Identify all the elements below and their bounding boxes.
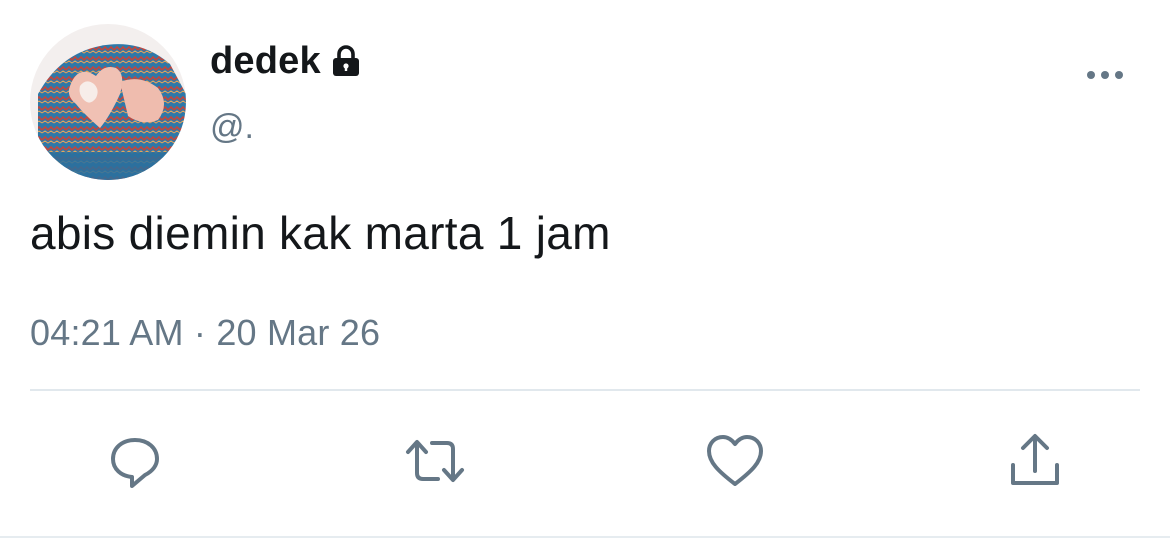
meta-separator: · (193, 312, 207, 353)
avatar-image (30, 24, 186, 180)
tweet-time: 04:21 AM (30, 312, 184, 353)
reply-button[interactable] (100, 428, 170, 498)
user-handle[interactable]: @. (210, 108, 254, 147)
bottom-divider (0, 536, 1170, 538)
share-button[interactable] (1000, 428, 1070, 498)
action-bar (0, 428, 1170, 498)
divider (30, 389, 1140, 391)
heart-icon (704, 431, 766, 496)
tweet-timestamp[interactable]: 04:21 AM · 20 Mar 26 (30, 312, 380, 354)
like-button[interactable] (700, 428, 770, 498)
tweet-card: dedek @. abis diemin kak marta 1 jam 04:… (0, 0, 1170, 555)
avatar[interactable] (30, 24, 186, 180)
retweet-icon (402, 431, 468, 496)
more-horizontal-icon[interactable] (1080, 60, 1130, 90)
share-icon (1005, 431, 1065, 496)
tweet-text: abis diemin kak marta 1 jam (30, 207, 611, 259)
reply-icon (105, 431, 165, 496)
retweet-button[interactable] (400, 428, 470, 498)
lock-icon (329, 44, 363, 78)
tweet-date: 20 Mar 26 (216, 312, 381, 353)
user-name-row[interactable]: dedek (210, 38, 363, 84)
display-name[interactable]: dedek (210, 40, 321, 83)
